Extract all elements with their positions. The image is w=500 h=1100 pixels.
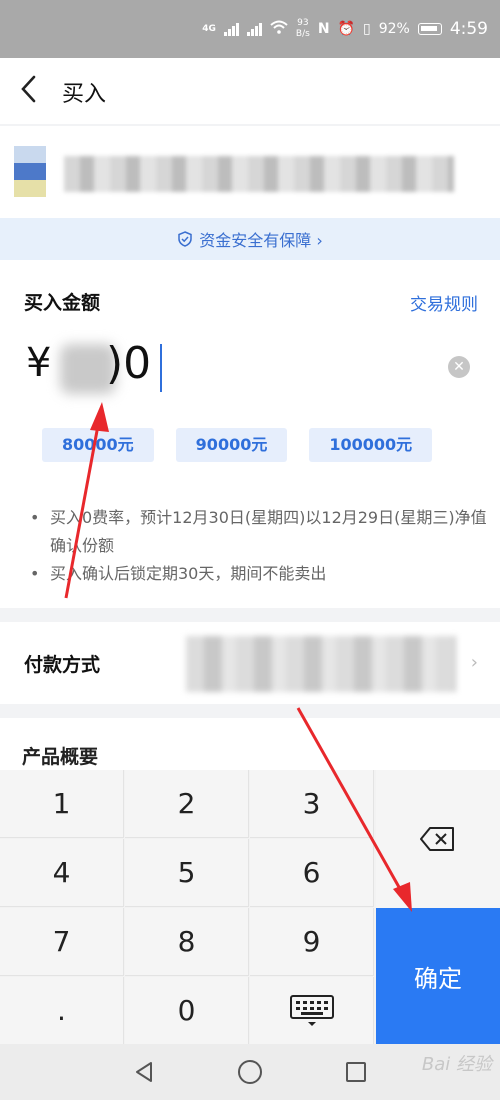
quick-amount-chip[interactable]: 80000元 (42, 428, 154, 462)
clear-icon[interactable]: ✕ (448, 356, 470, 378)
page-title: 买入 (62, 82, 107, 107)
key-0[interactable]: 0 (125, 977, 249, 1045)
net-speed-unit: B/s (295, 29, 310, 39)
key-1[interactable]: 1 (0, 770, 124, 838)
fund-info-row[interactable] (0, 126, 500, 218)
clock: 4:59 (449, 19, 488, 39)
system-nav-bar: Bai 经验 (0, 1044, 500, 1100)
text-caret (160, 344, 162, 392)
header: 买入 (0, 58, 500, 124)
quick-amount-chip[interactable]: 90000元 (175, 428, 288, 462)
amount-label: 买入金额 (24, 292, 101, 314)
amount-input[interactable]: )0 (106, 338, 151, 389)
currency-symbol: ¥ (26, 340, 52, 386)
quick-amount-chip[interactable]: 100000元 (309, 428, 433, 462)
nav-back-icon[interactable] (132, 1060, 156, 1084)
key-dot[interactable]: . (0, 977, 124, 1045)
nfc-icon: N (317, 21, 330, 37)
battery-percent: 92% (378, 21, 410, 37)
note-item: 买入确认后锁定期30天，期间不能卖出 (28, 560, 488, 588)
chevron-left-icon[interactable] (18, 74, 48, 108)
key-6[interactable]: 6 (250, 839, 374, 907)
key-5[interactable]: 5 (125, 839, 249, 907)
alarm-icon: ⏰ (337, 21, 355, 37)
keyboard-icon (289, 994, 334, 1026)
nav-home-icon[interactable] (238, 1060, 262, 1084)
fund-name-blurred (64, 156, 454, 192)
key-2[interactable]: 2 (125, 770, 249, 838)
key-7[interactable]: 7 (0, 908, 124, 976)
signal-icon (223, 22, 239, 36)
shield-check-icon (178, 231, 192, 247)
net-speed-value: 93 (297, 18, 309, 28)
trade-rules-link[interactable]: 交易规则 (410, 290, 478, 315)
confirm-button[interactable]: 确定 (376, 908, 500, 1044)
chevron-right-icon: › (470, 652, 478, 673)
network-icon: 4G (202, 24, 216, 34)
amount-card: 买入金额 交易规则 ¥ )0 ✕ 80000元 90000元 100000元 买… (0, 260, 500, 608)
nav-recents-icon[interactable] (346, 1062, 366, 1082)
key-3[interactable]: 3 (250, 770, 374, 838)
vibrate-icon: ▯ (362, 21, 371, 37)
battery-icon (417, 23, 442, 35)
product-overview-section[interactable]: 产品概要 (0, 718, 500, 774)
key-4[interactable]: 4 (0, 839, 124, 907)
overview-label: 产品概要 (22, 746, 99, 768)
key-9[interactable]: 9 (250, 908, 374, 976)
payment-method-row[interactable]: 付款方式 › (0, 622, 500, 704)
safety-banner[interactable]: 资金安全有保障 › (0, 218, 500, 260)
keyboard-toggle-key[interactable] (250, 977, 374, 1045)
fund-logo (14, 146, 46, 198)
wifi-icon (270, 20, 288, 38)
purchase-notes: 买入0费率，预计12月30日(星期四)以12月29日(星期三)净值确认份额 买入… (28, 504, 488, 588)
status-bar: 4G 93 B/s N ⏰ ▯ 92% 4:59 (0, 0, 500, 58)
signal-icon-2 (246, 22, 262, 36)
payment-label: 付款方式 (24, 654, 101, 676)
payment-account-blurred (186, 636, 456, 692)
safety-text: 资金安全有保障 › (199, 231, 323, 250)
note-item: 买入0费率，预计12月30日(星期四)以12月29日(星期三)净值确认份额 (28, 504, 488, 560)
quick-amount-chips: 80000元 90000元 100000元 (42, 428, 433, 462)
backspace-key[interactable] (376, 770, 500, 908)
numeric-keypad: 1 2 3 4 5 6 7 8 9 . 0 确定 (0, 770, 500, 1045)
key-8[interactable]: 8 (125, 908, 249, 976)
watermark: Bai 经验 (421, 1054, 492, 1075)
backspace-icon (420, 827, 454, 851)
net-speed: 93 B/s (296, 18, 310, 40)
